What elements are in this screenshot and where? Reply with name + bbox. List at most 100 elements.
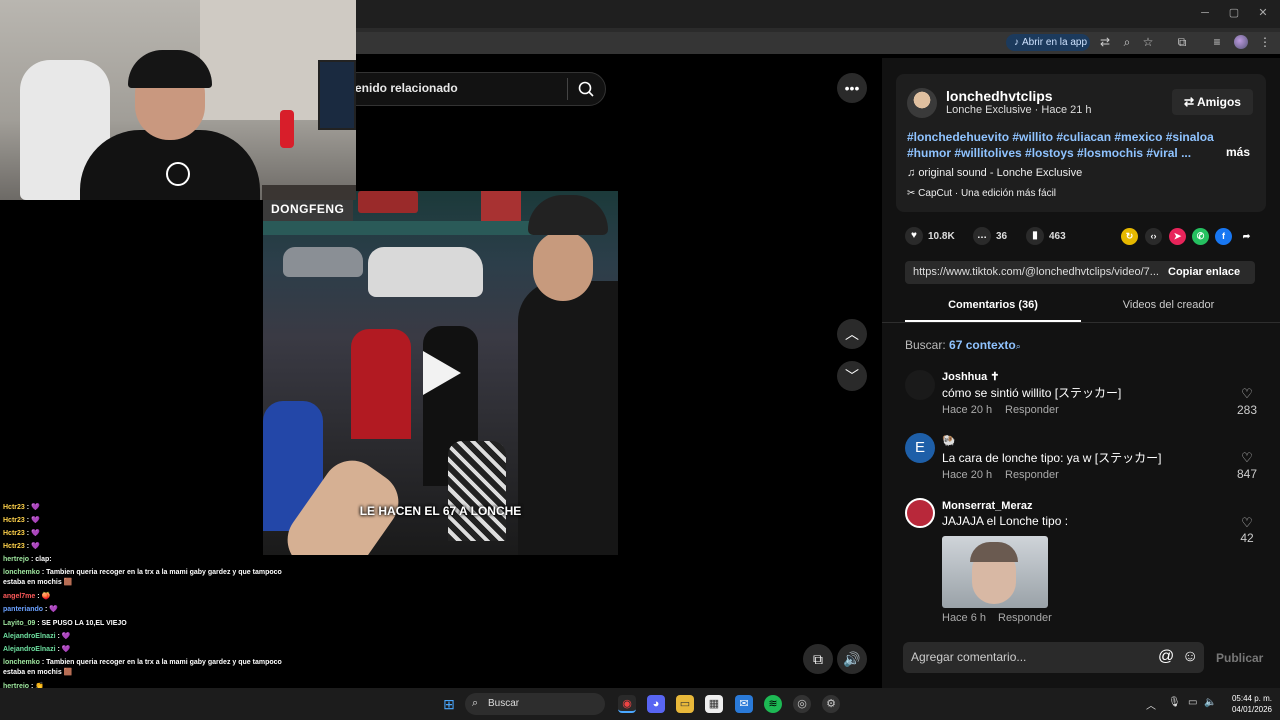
webcam-overlay (0, 0, 356, 200)
comment-author[interactable]: 🐏 (942, 434, 956, 447)
store-sign-red-2 (481, 191, 521, 221)
chat-username: lonchemko (3, 659, 40, 666)
bookmark-star-icon[interactable]: ☆ (1140, 34, 1156, 50)
chat-username: lonchemko (3, 569, 40, 576)
start-icon[interactable]: ⊞ (440, 695, 458, 713)
tab-creator-videos[interactable]: Videos del creador (1081, 299, 1256, 311)
more-options-icon[interactable]: ••• (837, 73, 867, 103)
search-small-icon: ⌕ (1015, 341, 1021, 351)
search-input[interactable]: enido relacionado (355, 81, 458, 95)
author-avatar[interactable] (907, 88, 937, 118)
more-link[interactable]: más (1226, 145, 1250, 159)
reply-button[interactable]: Responder (1005, 469, 1059, 481)
comment-sticker-image[interactable] (942, 536, 1048, 608)
hashtags[interactable]: #lonchedehuevito #willito #culiacan #mex… (907, 129, 1217, 161)
comment-text: cómo se sintió willito [ステッカー] (942, 386, 1122, 400)
tab-divider (882, 322, 1280, 323)
emoji-icon[interactable]: ☺ (1182, 648, 1198, 666)
chat-message: Hctr23 : 💜 (3, 516, 283, 526)
chat-username: AlejandroElnazi (3, 646, 56, 653)
close-window-button[interactable]: ✕ (1256, 6, 1270, 20)
mention-icon[interactable]: @ (1158, 648, 1174, 666)
minimize-button[interactable]: ─ (1198, 6, 1212, 20)
next-video-button[interactable]: ﹀ (837, 361, 867, 391)
microphone-tray-icon[interactable]: 🎙 (1168, 697, 1181, 708)
picture-in-picture-icon[interactable]: ⧉ (803, 644, 833, 674)
open-in-app-button[interactable]: ♪ Abrir en la app (1006, 34, 1090, 51)
tab-comments[interactable]: Comentarios (36) (905, 299, 1081, 311)
chat-message: angel7me : 🍑 (3, 592, 283, 602)
search-divider (567, 78, 568, 100)
add-comment-placeholder[interactable]: Agregar comentario... (911, 650, 1026, 664)
facebook-icon[interactable]: f (1215, 228, 1232, 245)
chat-message: Hctr23 : 💜 (3, 503, 283, 513)
chat-text: : Tambien queria recoger en la trx a la … (3, 659, 282, 676)
like-button[interactable]: ♥ 10.8K (905, 226, 955, 248)
clock-date[interactable]: 04/01/2026 (1200, 705, 1272, 714)
chat-text: : 💜 (24, 530, 40, 537)
taskbar-search-label[interactable]: Buscar (488, 698, 519, 709)
publish-button[interactable]: Publicar (1216, 651, 1263, 665)
comment-button[interactable]: … 36 (973, 226, 1007, 248)
repost-icon[interactable]: ↻ (1121, 228, 1138, 245)
play-icon[interactable] (423, 351, 461, 395)
spotify-icon[interactable]: ≋ (764, 695, 782, 713)
chrome-icon[interactable]: ◉ (618, 695, 636, 713)
comment-count: 36 (996, 231, 1008, 242)
comment-author[interactable]: Joshhua ✝ (942, 370, 1000, 383)
comment-like-icon[interactable]: ♡ (1240, 515, 1254, 531)
copy-link-button[interactable]: Copiar enlace (1168, 266, 1240, 278)
chat-username: Hctr23 (3, 530, 25, 537)
file-explorer-icon[interactable]: ▭ (676, 695, 694, 713)
comment-avatar[interactable] (905, 498, 935, 528)
maximize-button[interactable]: ▢ (1227, 6, 1241, 20)
profile-avatar[interactable] (1234, 35, 1248, 49)
young-man-face (533, 231, 593, 301)
volume-icon[interactable]: 🔊 (837, 644, 867, 674)
save-button[interactable]: ▮ 463 (1026, 226, 1066, 248)
tray-overflow-icon[interactable]: ︿ (1146, 697, 1156, 712)
network-icon[interactable]: ▭ (1188, 697, 1197, 708)
clock-time[interactable]: 05:44 p. m. (1200, 694, 1272, 703)
extensions-icon[interactable]: ⧉ (1174, 34, 1190, 50)
chat-username: Layito_09 (3, 620, 36, 627)
chat-text: : 💜 (55, 646, 71, 653)
store-icon[interactable]: ▦ (705, 695, 723, 713)
comment-avatar[interactable] (905, 370, 935, 400)
author-name[interactable]: lonchedhvtclips (946, 88, 1053, 104)
reply-button[interactable]: Responder (1005, 404, 1059, 416)
browser-menu-icon[interactable]: ⋮ (1257, 34, 1273, 50)
discord-icon[interactable]: ◕ (647, 695, 665, 713)
chat-text: : 💜 (55, 633, 71, 640)
steam-icon[interactable]: ⚙ (822, 695, 840, 713)
young-man-cap (528, 195, 608, 235)
embed-icon[interactable]: ‹› (1145, 228, 1162, 245)
taskbar (0, 688, 1280, 720)
sound-row[interactable]: ♫ original sound - Lonche Exclusive (907, 167, 1082, 179)
friends-button[interactable]: ⇄ Amigos (1172, 89, 1253, 115)
translate-icon[interactable]: ⇄ (1097, 34, 1113, 50)
search-icon[interactable] (576, 79, 596, 99)
chat-text: : 💜 (24, 543, 40, 550)
comment-like-count: 847 (1236, 467, 1258, 481)
comment-author[interactable]: Monserrat_Meraz (942, 500, 1032, 512)
like-count: 10.8K (928, 231, 955, 242)
video-url[interactable]: https://www.tiktok.com/@lonchedhvtclips/… (913, 266, 1161, 278)
previous-video-button[interactable]: ︿ (837, 319, 867, 349)
send-icon[interactable]: ➤ (1169, 228, 1186, 245)
reading-list-icon[interactable]: ≡ (1209, 34, 1225, 50)
app-icon[interactable]: ◎ (793, 695, 811, 713)
whatsapp-icon[interactable]: ✆ (1192, 228, 1209, 245)
comment-avatar[interactable]: E (905, 433, 935, 463)
mail-icon[interactable]: ✉ (735, 695, 753, 713)
chat-message: hertrejo : clap: (3, 555, 283, 565)
comment-like-icon[interactable]: ♡ (1240, 386, 1254, 402)
search-suggestion[interactable]: Buscar: 67 contexto⌕ (905, 338, 1021, 352)
comment-like-icon[interactable]: ♡ (1240, 450, 1254, 466)
share-icon[interactable]: ➦ (1238, 228, 1255, 245)
reply-button[interactable]: Responder (998, 612, 1052, 624)
capcut-row[interactable]: ✂ CapCut · Una edición más fácil (907, 188, 1056, 199)
zoom-icon[interactable]: ⌕ (1119, 34, 1135, 50)
taskbar-search[interactable] (465, 693, 605, 715)
video-player[interactable]: DONGFENG LE HACEN EL 67 A LONCHE (263, 191, 618, 555)
